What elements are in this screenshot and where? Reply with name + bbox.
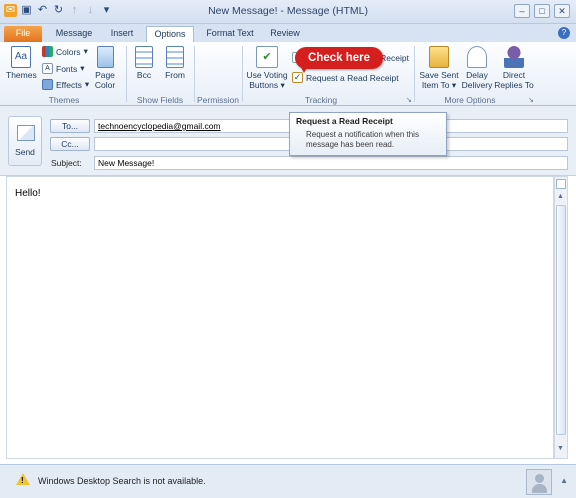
warning-icon-mark: ! xyxy=(21,476,24,485)
minimize-icon[interactable]: – xyxy=(514,4,530,18)
fonts-icon: A xyxy=(42,63,53,74)
effects-icon xyxy=(42,79,53,90)
save-sent-label: Save Sent Item To xyxy=(419,70,459,90)
delay-delivery-label: Delay Delivery xyxy=(461,70,493,90)
direct-replies-button[interactable]: Direct Replies To xyxy=(494,46,534,90)
status-text: Windows Desktop Search is not available. xyxy=(38,476,206,486)
themes-icon: Aa xyxy=(11,46,31,68)
title-bar: ✉ ▣ ↶ ↻ ↑ ↓ ▾ New Message! - Message (HT… xyxy=(0,0,576,24)
group-divider xyxy=(414,46,415,102)
cc-button[interactable]: Cc... xyxy=(50,137,90,151)
message-body-editor[interactable]: Hello! xyxy=(6,176,554,459)
close-icon[interactable]: ✕ xyxy=(554,4,570,18)
fonts-label: Fonts xyxy=(56,63,78,74)
save-sent-item-button[interactable]: Save Sent Item To ▾ xyxy=(418,46,460,90)
message-header: Send To... technoencyclopedia@gmail.com … xyxy=(0,106,576,176)
tab-review[interactable]: Review xyxy=(266,26,304,42)
tracking-dialog-launcher-icon[interactable]: ↘ xyxy=(406,96,412,104)
page-color-button[interactable]: Page Color xyxy=(90,46,120,90)
tab-file[interactable]: File xyxy=(4,26,42,42)
read-checkbox-checked-icon: ✓ xyxy=(292,72,303,83)
person-body xyxy=(532,484,547,493)
read-receipt-label: Request a Read Receipt xyxy=(306,72,399,83)
tab-message[interactable]: Message xyxy=(52,26,96,42)
delay-delivery-icon xyxy=(467,46,487,68)
themes-button[interactable]: Aa Themes xyxy=(6,46,37,80)
more-options-group-label: More Options xyxy=(444,95,496,105)
avatar[interactable] xyxy=(526,469,552,495)
tooltip-title: Request a Read Receipt xyxy=(296,116,393,126)
group-divider xyxy=(242,46,243,102)
tracking-group-label: Tracking xyxy=(304,95,338,105)
window-controls: – □ ✕ xyxy=(514,4,570,18)
use-voting-buttons-button[interactable]: ✔ Use Voting Buttons ▾ xyxy=(244,46,290,90)
maximize-icon[interactable]: □ xyxy=(534,4,550,18)
group-divider xyxy=(194,46,195,102)
delay-delivery-button[interactable]: Delay Delivery xyxy=(460,46,494,90)
more-options-dialog-launcher-icon[interactable]: ↘ xyxy=(528,96,534,104)
permission-group-label: Permission xyxy=(196,95,240,105)
ribbon: Aa Themes Colors ▾ A Fonts ▾ Effects ▾ Page… xyxy=(0,42,576,106)
show-fields-group-label: Show Fields xyxy=(136,95,184,105)
send-label: Send xyxy=(15,147,35,157)
ruler-toggle-icon[interactable] xyxy=(556,179,566,189)
window-title: New Message! - Message (HTML) xyxy=(208,5,368,17)
from-label: From xyxy=(165,70,185,80)
from-button[interactable]: From xyxy=(160,46,190,80)
colors-button[interactable]: Colors ▾ xyxy=(42,46,88,57)
send-icon xyxy=(17,125,35,141)
colors-icon xyxy=(42,46,53,57)
colors-label: Colors xyxy=(56,46,81,57)
direct-replies-icon xyxy=(504,46,524,68)
tooltip-body: Request a notification when this message… xyxy=(306,130,419,149)
send-button[interactable]: Send xyxy=(8,116,42,166)
voting-icon: ✔ xyxy=(256,46,278,68)
fonts-button[interactable]: A Fonts ▾ xyxy=(42,63,85,74)
vertical-scrollbar[interactable]: ▲ ▼ xyxy=(554,176,568,459)
scroll-up-icon[interactable]: ▲ xyxy=(557,193,564,200)
ribbon-tabs: File Message Insert Options Format Text … xyxy=(0,24,576,42)
help-icon[interactable]: ? xyxy=(558,27,570,39)
subject-field[interactable]: New Message! xyxy=(94,156,568,170)
save-sent-icon xyxy=(429,46,449,68)
read-receipt-tooltip: Request a Read Receipt Request a notific… xyxy=(289,112,447,156)
scroll-thumb[interactable] xyxy=(556,205,566,435)
direct-replies-label: Direct Replies To xyxy=(494,70,534,90)
callout-pointer xyxy=(299,64,309,73)
subject-label: Subject: xyxy=(51,158,82,168)
to-button[interactable]: To... xyxy=(50,119,90,133)
group-divider xyxy=(126,46,127,102)
message-body-text: Hello! xyxy=(15,188,41,199)
effects-label: Effects xyxy=(56,79,82,90)
bcc-label: Bcc xyxy=(136,70,152,80)
tab-insert[interactable]: Insert xyxy=(104,26,140,42)
effects-button[interactable]: Effects ▾ xyxy=(42,79,89,90)
collapse-people-pane-icon[interactable]: ▲ xyxy=(560,476,568,485)
from-icon xyxy=(166,46,184,68)
voting-label: Use Voting Buttons xyxy=(246,70,288,90)
page-color-icon xyxy=(96,46,114,68)
themes-label: Themes xyxy=(6,70,37,80)
tab-options[interactable]: Options xyxy=(146,26,194,42)
themes-group-label: Themes xyxy=(48,95,80,105)
read-receipt-checkbox[interactable]: ✓ Request a Read Receipt xyxy=(292,72,399,83)
scroll-down-icon[interactable]: ▼ xyxy=(557,445,564,452)
status-bar: ! Windows Desktop Search is not availabl… xyxy=(0,464,576,498)
tab-format-text[interactable]: Format Text xyxy=(202,26,258,42)
person-icon xyxy=(535,474,544,483)
bcc-button[interactable]: Bcc xyxy=(130,46,158,80)
page-color-label: Page Color xyxy=(94,70,116,90)
bcc-icon xyxy=(135,46,153,68)
